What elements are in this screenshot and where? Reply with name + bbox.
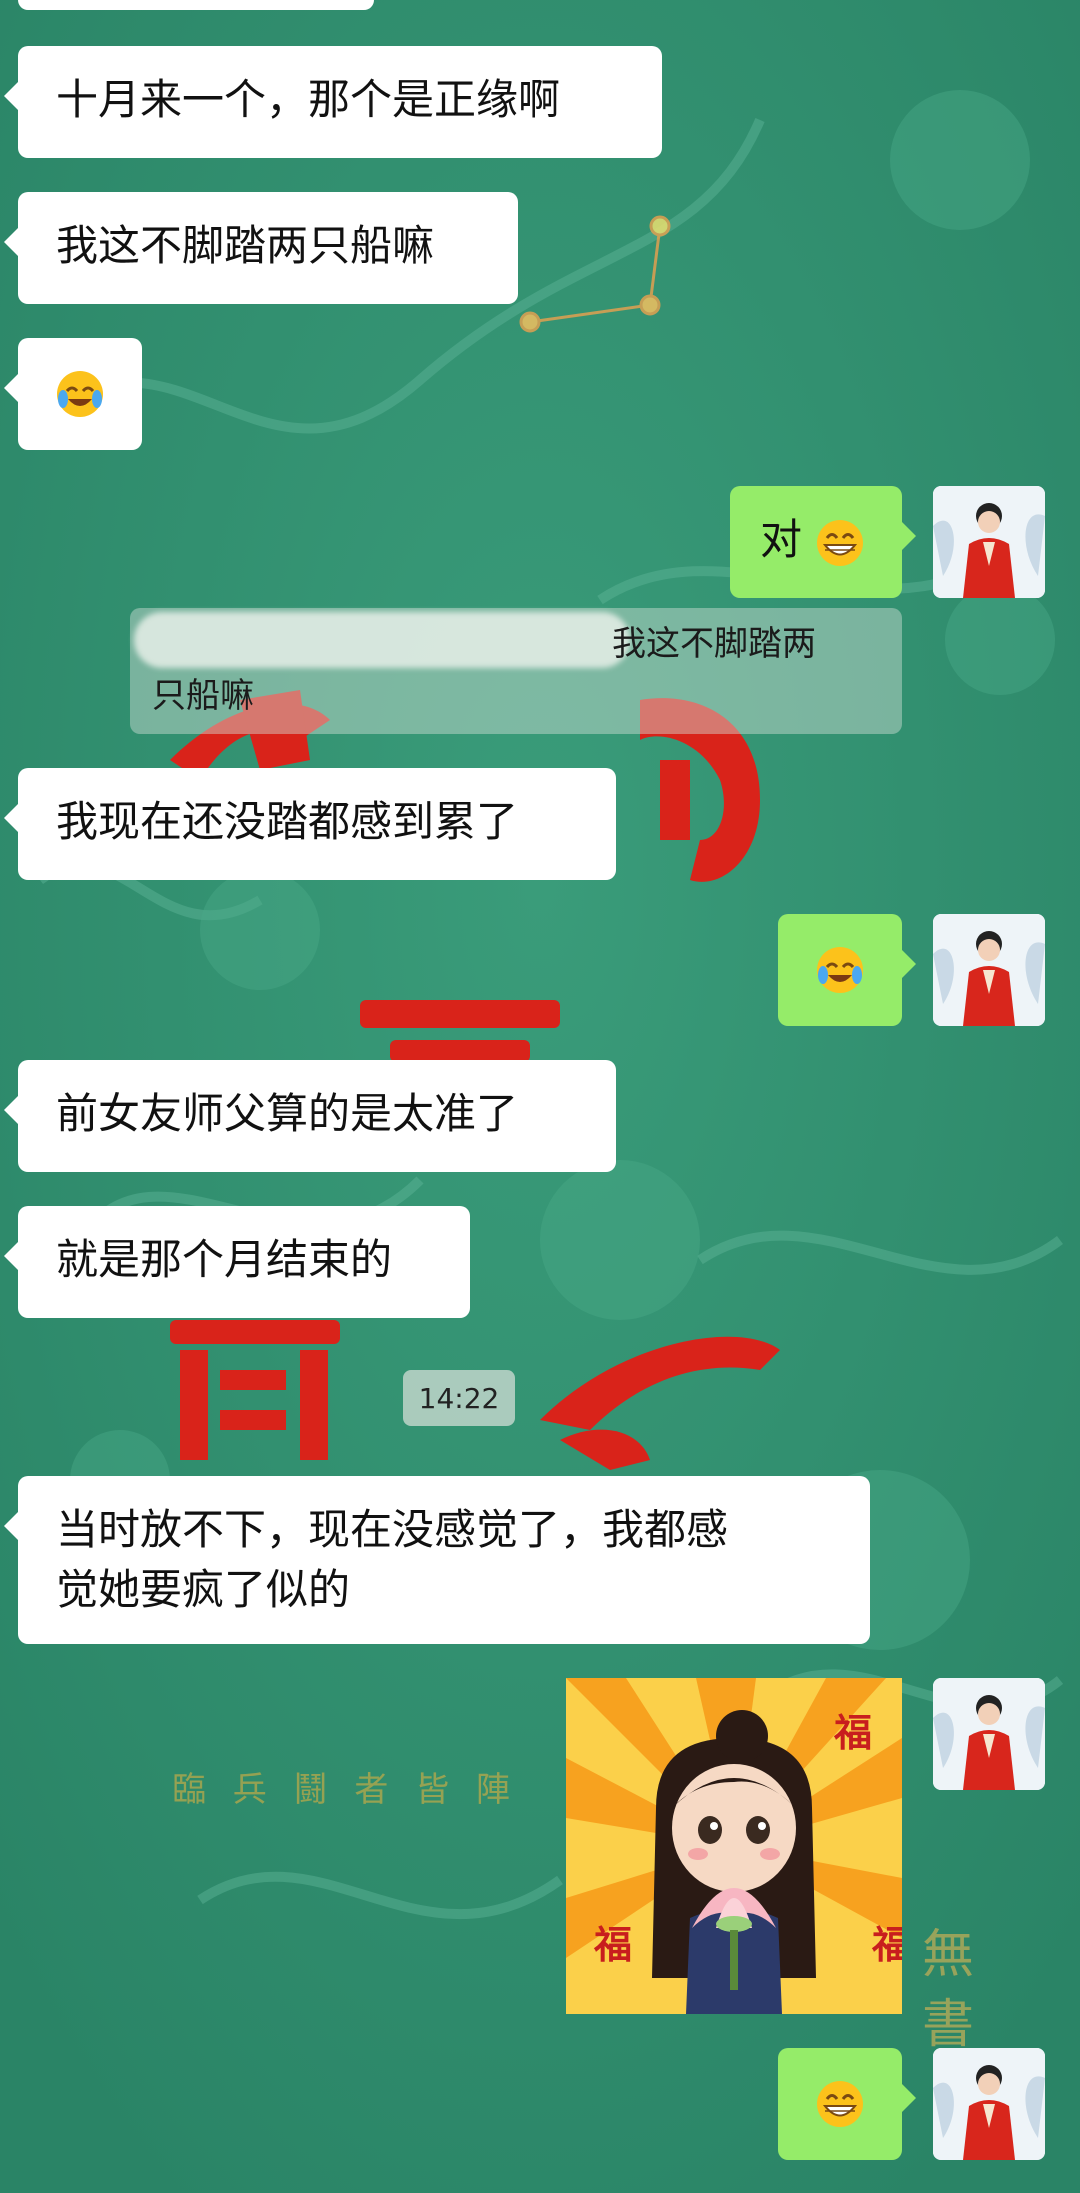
user-avatar[interactable]	[933, 1678, 1045, 1790]
outgoing-emoji-bubble[interactable]	[778, 914, 916, 1026]
incoming-message-bubble[interactable]: 当时放不下，现在没感觉了，我都感 觉她要疯了似的	[4, 1476, 870, 1644]
message-text: 我现在还没踏都感到累了	[56, 797, 519, 846]
message-text-line-1: 当时放不下，现在没感觉了，我都感	[56, 1505, 729, 1554]
grinning-emoji	[817, 2081, 863, 2127]
sticker-char: 福	[594, 1922, 633, 1967]
outgoing-emoji-bubble[interactable]	[778, 2048, 916, 2160]
incoming-message-bubble[interactable]: 十月来一个，那个是正缘啊	[4, 46, 662, 158]
user-avatar[interactable]	[933, 2048, 1045, 2160]
message-text: 前女友师父算的是太准了	[56, 1089, 519, 1138]
quoted-message[interactable]: 我这不脚踏两 只船嘛	[130, 608, 902, 734]
user-avatar[interactable]	[933, 914, 1045, 1026]
incoming-emoji-bubble[interactable]	[4, 338, 142, 450]
avatar-portrait	[933, 1678, 1045, 1790]
avatar-portrait	[933, 914, 1045, 1026]
quote-line-2: 只船嘛	[152, 676, 254, 716]
crying-laughing-emoji	[57, 371, 103, 417]
avatar-portrait	[933, 2048, 1045, 2160]
crying-laughing-emoji	[817, 947, 863, 993]
outgoing-message-bubble[interactable]: 对	[730, 486, 916, 598]
message-text: 就是那个月结束的	[56, 1235, 393, 1284]
message-timestamp: 14:22	[403, 1370, 515, 1426]
avatar-portrait	[933, 486, 1045, 598]
incoming-message-bubble[interactable]: 我现在还没踏都感到累了	[4, 768, 616, 880]
message-text: 我这不脚踏两只船嘛	[56, 221, 435, 270]
message-text-line-2: 觉她要疯了似的	[56, 1565, 351, 1614]
sticker-char: 福	[872, 1922, 902, 1967]
user-avatar[interactable]	[933, 486, 1045, 598]
incoming-message-bubble[interactable]: 就是那个月结束的	[4, 1206, 470, 1318]
incoming-message-bubble[interactable]: 前女友师父算的是太准了	[4, 1060, 616, 1172]
grinning-emoji	[817, 519, 864, 566]
message-text: 对	[760, 515, 803, 564]
sticker-message[interactable]: 福 福 福	[566, 1678, 902, 2014]
partial-message-bubble[interactable]	[18, 0, 374, 10]
message-text: 十月来一个，那个是正缘啊	[56, 75, 561, 124]
quote-line-1: 我这不脚踏两	[612, 624, 816, 664]
sticker-char: 福	[834, 1710, 873, 1755]
chat-message-list[interactable]: 十月来一个，那个是正缘啊 我这不脚踏两只船嘛 对 我这不脚踏两 只船嘛 我现在还…	[0, 0, 1080, 2193]
blurred-sender-name	[134, 612, 630, 668]
incoming-message-bubble[interactable]: 我这不脚踏两只船嘛	[4, 192, 518, 304]
